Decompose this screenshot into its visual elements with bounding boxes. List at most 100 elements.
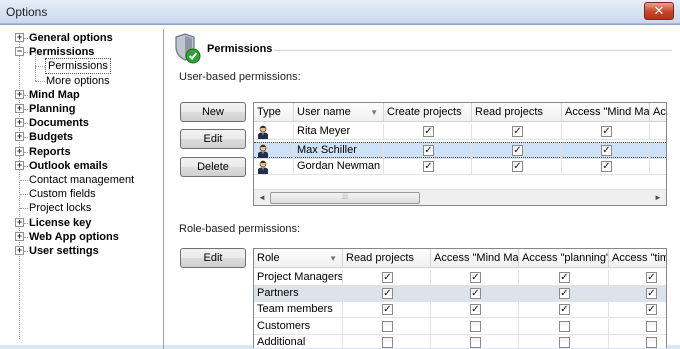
edit-role-button[interactable]: Edit [180, 248, 246, 268]
expand-icon[interactable]: + [15, 118, 24, 128]
table-row[interactable]: Additional [254, 334, 666, 348]
permission-cell [609, 319, 666, 335]
permission-checkbox[interactable]: ✓ [423, 144, 434, 156]
permission-checkbox[interactable]: ✓ [512, 161, 523, 172]
dialog-client: + General options − Permissions Permissions M… [0, 24, 680, 349]
permission-checkbox[interactable]: ✓ [646, 288, 657, 300]
tree-item-label: User settings [29, 245, 99, 257]
expand-icon[interactable]: + [15, 217, 24, 227]
table-row[interactable]: Customers [254, 318, 666, 335]
tree-item[interactable]: Custom fields [4, 187, 162, 201]
tree-item[interactable]: + Documents [4, 116, 162, 130]
tree-item-label: Planning [29, 103, 76, 115]
tree-item[interactable]: + Mind Map [4, 88, 162, 102]
role-name-cell: Partners [254, 286, 343, 303]
tree-item[interactable]: + Web App options [4, 230, 162, 244]
column-header[interactable]: Access "Mind Ma... [431, 249, 519, 268]
column-header[interactable]: Ac [650, 103, 666, 122]
role-permissions-label: Role-based permissions: [179, 223, 301, 235]
tree-item[interactable]: Permissions [4, 52, 162, 75]
permission-checkbox[interactable]: ✓ [559, 272, 570, 283]
expand-icon[interactable]: + [15, 231, 24, 241]
permission-checkbox[interactable]: ✓ [470, 272, 481, 283]
scroll-left-button[interactable]: ◄ [254, 190, 270, 205]
column-header[interactable]: Role ▼ [254, 249, 343, 268]
expand-icon[interactable]: + [15, 246, 24, 255]
permission-checkbox[interactable] [559, 336, 570, 348]
permission-checkbox[interactable]: ✓ [512, 126, 523, 137]
user-name-cell: Gordan Newman [294, 159, 384, 175]
shield-check-icon [175, 33, 201, 64]
permission-checkbox[interactable]: ✓ [559, 288, 570, 300]
expand-icon[interactable]: + [15, 146, 24, 156]
column-header[interactable]: Access "time [609, 249, 666, 268]
close-button[interactable]: ✕ [644, 2, 674, 20]
column-header[interactable]: User name ▼ [294, 103, 384, 122]
table-row[interactable]: Max Schiller ✓ ✓ ✓ [254, 141, 666, 159]
permission-checkbox[interactable]: ✓ [382, 288, 393, 300]
table-row[interactable]: Gordan Newman ✓ ✓ ✓ [254, 159, 666, 175]
expand-icon[interactable]: + [15, 160, 24, 170]
permission-checkbox[interactable]: ✓ [423, 161, 434, 172]
column-header[interactable]: Type [254, 103, 294, 122]
tree-item[interactable]: + Budgets [4, 130, 162, 144]
tree-item[interactable]: Contact management [4, 173, 162, 187]
column-header[interactable]: Create projects [384, 103, 472, 122]
new-button[interactable]: New [180, 102, 246, 122]
permission-cell [609, 270, 666, 286]
table-row[interactable]: Project Managers ✓ ✓ ✓ ✓ [254, 270, 666, 286]
permission-checkbox[interactable]: ✓ [601, 144, 612, 156]
permission-checkbox[interactable] [470, 320, 481, 332]
permission-checkbox[interactable]: ✓ [382, 272, 393, 283]
user-permissions-grid[interactable]: Type User name ▼ Create projects Read projec… [253, 102, 667, 206]
permission-checkbox[interactable] [646, 320, 657, 332]
column-header[interactable]: Access "planning" [519, 249, 609, 268]
permission-checkbox[interactable]: ✓ [470, 288, 481, 300]
permission-checkbox[interactable]: ✓ [423, 126, 434, 137]
permission-checkbox[interactable] [559, 320, 570, 332]
delete-button[interactable]: Delete [180, 157, 246, 177]
column-header[interactable]: Access "Mind Ma... [562, 103, 650, 122]
permission-checkbox[interactable] [382, 336, 393, 348]
edit-user-button[interactable]: Edit [180, 129, 246, 149]
expand-icon[interactable]: + [15, 104, 24, 113]
role-name-cell: Additional [254, 334, 343, 348]
table-row[interactable]: Partners ✓ ✓ ✓ ✓ [254, 286, 666, 303]
expand-icon[interactable]: + [15, 132, 24, 142]
permission-checkbox[interactable] [646, 336, 657, 348]
permission-checkbox[interactable]: ✓ [470, 304, 481, 316]
tree-item[interactable]: − Permissions [4, 45, 162, 59]
scroll-right-button[interactable]: ► [650, 190, 666, 205]
tree-item-label: Reports [29, 145, 71, 158]
collapse-icon[interactable]: − [15, 47, 24, 57]
permission-checkbox[interactable] [470, 336, 481, 348]
permission-checkbox[interactable]: ✓ [559, 304, 570, 316]
permission-checkbox[interactable]: ✓ [646, 272, 657, 283]
column-header[interactable]: Read projects [472, 103, 562, 122]
tree-connector [24, 251, 28, 252]
column-header[interactable]: Read projects [343, 249, 431, 268]
role-permissions-grid[interactable]: Role ▼ Read projects Access "Mind Ma... Acce… [253, 248, 667, 348]
permission-checkbox[interactable]: ✓ [601, 126, 612, 137]
tree-item[interactable]: More options [4, 66, 162, 88]
scroll-thumb[interactable]: ⁞⁞⁞ [270, 192, 420, 204]
tree-item[interactable]: + User settings [4, 244, 162, 258]
expand-icon[interactable]: + [15, 33, 24, 42]
tree-item-label: Budgets [29, 131, 73, 144]
tree-item[interactable]: + Outlook emails [4, 159, 162, 173]
expand-icon[interactable]: + [15, 89, 24, 99]
tree-item[interactable]: + Planning [4, 102, 162, 116]
tree-item[interactable]: + Reports [4, 145, 162, 159]
permission-checkbox[interactable] [382, 320, 393, 332]
horizontal-scrollbar[interactable]: ◄ ⁞⁞⁞ ► [254, 189, 666, 205]
permission-checkbox[interactable]: ✓ [601, 161, 612, 172]
permission-checkbox[interactable]: ✓ [382, 304, 393, 316]
tree-item[interactable]: + General options [4, 31, 162, 45]
tree-item[interactable]: + License key [4, 216, 162, 230]
table-row[interactable]: Rita Meyer ✓ ✓ ✓ [254, 124, 666, 140]
tree-item[interactable]: Project locks [4, 201, 162, 215]
permission-checkbox[interactable]: ✓ [512, 144, 523, 156]
table-row[interactable]: Team members ✓ ✓ ✓ ✓ [254, 302, 666, 319]
permission-cell [650, 124, 666, 140]
permission-checkbox[interactable]: ✓ [646, 304, 657, 316]
